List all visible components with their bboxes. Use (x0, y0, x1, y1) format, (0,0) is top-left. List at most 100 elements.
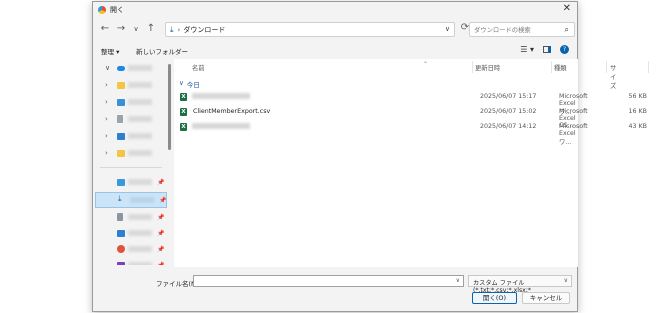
file-modified: 2025/06/07 14:12 (480, 123, 537, 130)
file-size: 43 KB (628, 123, 647, 130)
column-header-modified[interactable]: 更新日時 (475, 63, 500, 72)
video-icon (117, 261, 125, 265)
tree-label-redacted (128, 214, 152, 220)
tree-item-folder[interactable]: › (94, 78, 166, 92)
address-history-chevron[interactable]: ∨ (445, 25, 450, 33)
group-label: 今日 (186, 81, 200, 89)
organize-button[interactable]: 整理 ▾ (101, 46, 119, 56)
search-placeholder: ダウンロードの検索 (474, 27, 531, 34)
navigation-bar: ← → ∨ ↑ ⤓ › ダウンロード ∨ ⟳ ダウンロードの検索 ⌕ (93, 19, 577, 41)
file-list: 名前 ⌄ 更新日時 種類 サイズ ∨ 今日 X 2025/06/07 15:17… (174, 58, 649, 267)
document-icon (117, 213, 123, 221)
folder-icon (117, 98, 125, 106)
tree-label-redacted (128, 65, 152, 71)
pictures-icon (117, 229, 125, 237)
quick-access-desktop[interactable]: 📌 (94, 175, 166, 189)
forward-button[interactable]: → (115, 23, 127, 34)
file-row[interactable]: X 2025/06/07 15:17 Microsoft Excel ワ... … (174, 90, 647, 116)
tree-label-redacted (128, 99, 152, 105)
file-row[interactable]: X ClientMemberExport.csv 2025/06/07 15:0… (174, 105, 647, 129)
cancel-button[interactable]: キャンセル (522, 292, 570, 304)
pin-icon[interactable]: 📌 (157, 262, 164, 266)
title-bar: 開く ✕ (93, 2, 577, 17)
collapse-chevron-icon[interactable]: › (105, 115, 108, 123)
search-input[interactable]: ダウンロードの検索 ⌕ (469, 22, 575, 37)
file-name-redacted (192, 93, 250, 99)
column-separator[interactable] (606, 61, 607, 73)
search-icon: ⌕ (564, 25, 569, 34)
breadcrumb-separator: › (177, 25, 181, 34)
tree-item-folder[interactable]: › (94, 146, 166, 160)
quick-access-documents[interactable]: 📌 (94, 210, 166, 224)
tree-label-redacted (128, 246, 152, 252)
filename-input[interactable]: ∨ (193, 275, 464, 287)
breadcrumb-downloads[interactable]: ダウンロード (183, 25, 225, 35)
back-button[interactable]: ← (99, 23, 111, 34)
collapse-chevron-icon[interactable]: › (105, 98, 108, 106)
new-folder-button[interactable]: 新しいフォルダー (136, 46, 188, 56)
pane-divider (100, 167, 162, 168)
quick-access-pictures[interactable]: 📌 (94, 226, 166, 240)
tree-label-redacted (128, 133, 152, 139)
file-row[interactable]: X 2025/06/07 14:12 Microsoft Excel ワ... … (174, 120, 647, 146)
file-size: 16 KB (628, 108, 647, 115)
group-header-today[interactable]: ∨ 今日 (179, 79, 200, 89)
file-modified: 2025/06/07 15:02 (480, 108, 537, 115)
pin-icon[interactable]: 📌 (157, 230, 164, 237)
onedrive-icon (117, 65, 125, 71)
view-options-icon[interactable]: ☰ ▾ (520, 45, 534, 54)
desktop-icon (117, 178, 125, 186)
quick-access-videos[interactable]: 📌 (94, 258, 166, 265)
navigation-pane-scrollbar[interactable] (168, 64, 171, 150)
up-button[interactable]: ↑ (145, 23, 157, 34)
music-icon (117, 245, 125, 253)
quick-access-music[interactable]: 📌 (94, 242, 166, 256)
open-button[interactable]: 開く(O) (472, 292, 517, 304)
file-type-filter-select[interactable]: カスタム ファイル (*.txt;*.csv;*.xlsx;* ∨ (468, 275, 572, 294)
address-bar[interactable]: ⤓ › ダウンロード ∨ (165, 22, 455, 37)
column-separator[interactable] (648, 61, 649, 73)
window-title: 開く (110, 5, 124, 14)
tree-label-redacted (130, 197, 154, 203)
pin-icon[interactable]: 📌 (159, 197, 166, 204)
file-name-redacted (192, 123, 250, 129)
folder-icon (117, 81, 125, 89)
group-chevron-icon: ∨ (179, 79, 184, 87)
document-icon (117, 115, 123, 123)
column-header-type[interactable]: 種類 (554, 63, 567, 72)
filter-dropdown-icon: ∨ (563, 277, 568, 284)
column-header-size[interactable]: サイズ (610, 63, 616, 90)
file-modified: 2025/06/07 15:17 (480, 93, 537, 100)
dialog-footer: ファイル名(N): ∨ カスタム ファイル (*.txt;*.csv;*.xls… (93, 268, 577, 312)
tree-label-redacted (128, 116, 152, 122)
tree-item-pictures[interactable]: › (94, 129, 166, 143)
pictures-icon (117, 132, 125, 140)
excel-icon: X (180, 123, 187, 131)
pin-icon[interactable]: 📌 (157, 246, 164, 253)
tree-item-folder[interactable]: › (94, 95, 166, 109)
open-file-dialog: 開く ✕ ← → ∨ ↑ ⤓ › ダウンロード ∨ ⟳ ダウンロードの検索 ⌕ … (92, 1, 649, 312)
close-button[interactable]: ✕ (563, 4, 571, 14)
collapse-chevron-icon[interactable]: › (105, 149, 108, 157)
preview-pane-icon[interactable] (543, 46, 551, 53)
download-icon: ⤓ (170, 24, 174, 34)
navigation-pane: ∨ › › › › › 📌 ⤓ 📌 📌 📌 📌 📌 (94, 59, 168, 265)
excel-icon: X (180, 93, 187, 101)
recent-locations-dropdown[interactable]: ∨ (130, 25, 142, 33)
expand-chevron-icon[interactable]: ∨ (105, 64, 110, 72)
collapse-chevron-icon[interactable]: › (105, 132, 108, 140)
column-separator[interactable] (472, 61, 473, 73)
pin-icon[interactable]: 📌 (157, 214, 164, 221)
tree-item-documents[interactable]: › (94, 112, 166, 126)
command-bar: 整理 ▾ 新しいフォルダー ☰ ▾ ? (93, 44, 577, 58)
tree-label-redacted (128, 230, 152, 236)
pin-icon[interactable]: 📌 (157, 179, 164, 186)
quick-access-downloads[interactable]: ⤓ 📌 (95, 192, 167, 208)
tree-label-redacted (128, 82, 152, 88)
column-header-name[interactable]: 名前 (192, 63, 205, 72)
column-separator[interactable] (551, 61, 552, 73)
help-icon[interactable]: ? (560, 45, 569, 54)
collapse-chevron-icon[interactable]: › (105, 81, 108, 89)
tree-item-onedrive[interactable]: ∨ (94, 61, 166, 75)
filename-dropdown-icon[interactable]: ∨ (456, 277, 460, 284)
